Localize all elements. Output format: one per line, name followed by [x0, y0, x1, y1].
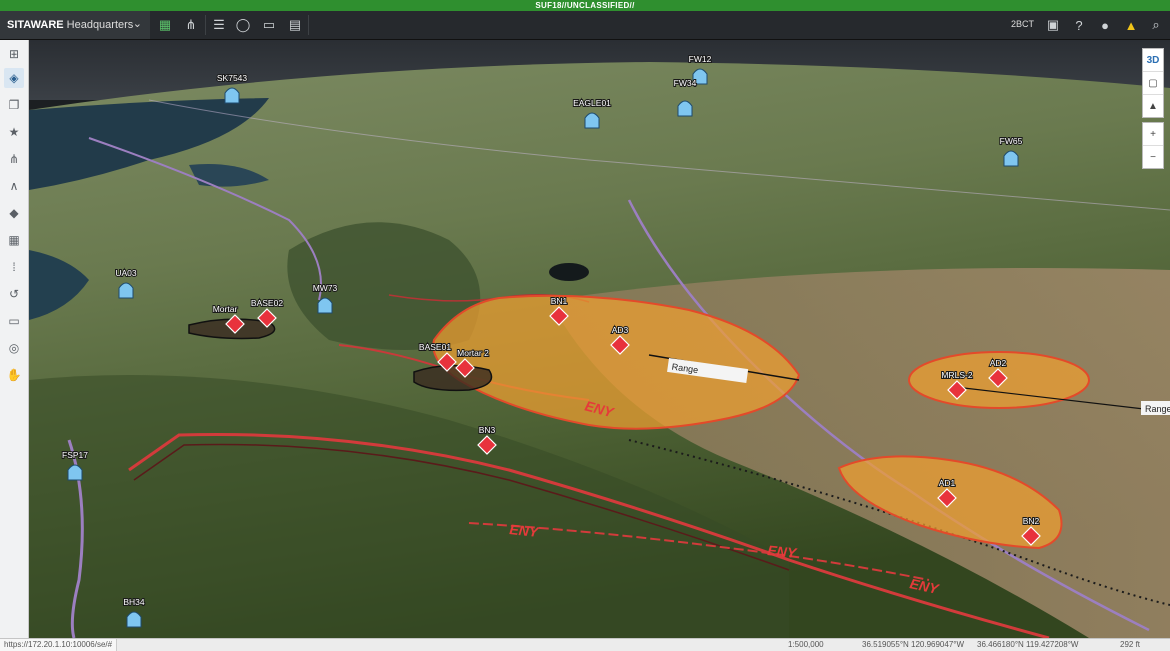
top-toolbar: SITAWARE Headquarters ⌄ ▦ ⋔ ☰ ◯ ▭ ▤ 2BCT…: [0, 11, 1170, 40]
org-chart-icon[interactable]: ⋔: [4, 149, 24, 169]
favorites-icon[interactable]: ★: [4, 122, 24, 142]
list-icon[interactable]: ☰: [209, 15, 229, 35]
brand-name: SITAWARE: [7, 19, 64, 31]
friendly-unit-icon[interactable]: [118, 282, 134, 299]
search-icon[interactable]: ⌕: [1146, 15, 1166, 35]
friendly-unit-icon[interactable]: [584, 112, 600, 129]
history-icon[interactable]: ↺: [4, 284, 24, 304]
map-viewport[interactable]: Range Range ENY ENY ENY ENY SK7543 FW12 EA…: [29, 40, 1170, 638]
bell-icon[interactable]: ▲: [1121, 15, 1141, 35]
enemy-label: ENY: [767, 542, 799, 561]
cursor-coordinate: 36.519055°N 120.969047°W: [862, 640, 965, 649]
hand-tool-icon[interactable]: ✋: [4, 365, 24, 385]
unit-label: AD2: [990, 358, 1007, 368]
friendly-unit-icon[interactable]: [224, 87, 240, 104]
unit-label: FW65: [1000, 136, 1023, 146]
map-layers-icon[interactable]: ◈: [4, 68, 24, 88]
status-url: https://172.20.1.10:10006/se/#: [0, 639, 118, 651]
unit-label: AD1: [939, 478, 956, 488]
friendly-unit-icon[interactable]: [1003, 150, 1019, 167]
map-book-icon[interactable]: ▦: [155, 15, 175, 35]
overlays-icon[interactable]: ❐: [4, 95, 24, 115]
unit-label: FW34: [674, 78, 697, 88]
terrain-toggle-icon[interactable]: ▲: [1143, 95, 1163, 117]
hierarchy-icon[interactable]: ⋔: [181, 15, 201, 35]
unit-label: FSP17: [62, 450, 88, 460]
unit-label: EAGLE01: [573, 98, 611, 108]
terrain-icon[interactable]: ∧: [4, 176, 24, 196]
friendly-unit-icon[interactable]: [67, 464, 83, 481]
unit-label: Mortar 2: [457, 348, 489, 358]
chat-icon[interactable]: ◯: [233, 15, 253, 35]
unit-label: BN3: [479, 425, 496, 435]
altitude-readout: 292 ft: [1120, 640, 1141, 649]
2d-view-button[interactable]: ▢: [1143, 72, 1163, 95]
unit-label: AD3: [612, 325, 629, 335]
document-icon[interactable]: ▭: [259, 15, 279, 35]
help-icon[interactable]: ?: [1069, 15, 1089, 35]
3d-objects-icon[interactable]: ◆: [4, 203, 24, 223]
unit-label: BH34: [123, 597, 145, 607]
unit-label: UA03: [115, 268, 137, 278]
unit-label: MW73: [313, 283, 338, 293]
unit-label: BN2: [1023, 516, 1040, 526]
panel-icon[interactable]: ▣: [1043, 15, 1063, 35]
chevron-down-icon[interactable]: ⌄: [133, 17, 142, 30]
classification-banner: SUF18//UNCLASSIFIED//: [0, 0, 1170, 11]
zoom-controls: + −: [1142, 122, 1164, 169]
unit-label: BASE01: [419, 342, 451, 352]
unit-label: Mortar: [213, 304, 238, 314]
center-coordinate: 36.466180°N 119.427208°W: [977, 640, 1079, 649]
friendly-unit-icon[interactable]: [317, 297, 333, 314]
friendly-unit-icon[interactable]: [126, 611, 142, 628]
status-bar: https://172.20.1.10:10006/se/# 1:500,000…: [0, 638, 1170, 651]
context-selector[interactable]: SITAWARE Headquarters ⌄: [0, 11, 150, 39]
user-icon[interactable]: ●: [1095, 15, 1115, 35]
enemy-label: ENY: [509, 521, 541, 540]
terrain-3d-view[interactable]: Range Range ENY ENY ENY ENY SK7543FW12EA…: [29, 40, 1170, 638]
unit-label: FW12: [689, 54, 712, 64]
reservoir: [549, 263, 589, 281]
unit-label: BN1: [551, 296, 568, 306]
unit-label: SK7543: [217, 73, 248, 83]
unit-indicator[interactable]: 2BCT: [1011, 19, 1034, 29]
range-callout-east-label: Range: [1145, 404, 1170, 414]
mortar-zone-2[interactable]: [413, 364, 493, 392]
unit-label: MRLS-2: [941, 370, 972, 380]
layers-panel-icon[interactable]: ⊞: [4, 44, 24, 64]
context-name: Headquarters: [66, 19, 134, 31]
video-icon[interactable]: ▭: [4, 311, 24, 331]
unit-label: BASE02: [251, 298, 283, 308]
zoom-in-button[interactable]: +: [1143, 123, 1163, 146]
map-scale: 1:500,000: [788, 640, 824, 649]
view-mode-controls: 3D ▢ ▲: [1142, 48, 1164, 118]
zoom-out-button[interactable]: −: [1143, 146, 1163, 168]
toolbar-divider: [205, 15, 206, 35]
footprints-icon[interactable]: ⁞: [4, 257, 24, 277]
grid-icon[interactable]: ▦: [4, 230, 24, 250]
toolbar-divider: [308, 15, 309, 35]
report-icon[interactable]: ▤: [285, 15, 305, 35]
3d-toggle-button[interactable]: 3D: [1143, 49, 1163, 72]
friendly-unit-icon[interactable]: [677, 100, 693, 117]
left-sidebar: ⊞ ◈ ❐ ★ ⋔ ∧ ◆ ▦ ⁞ ↺ ▭ ◎ ✋: [0, 40, 29, 640]
target-icon[interactable]: ◎: [4, 338, 24, 358]
